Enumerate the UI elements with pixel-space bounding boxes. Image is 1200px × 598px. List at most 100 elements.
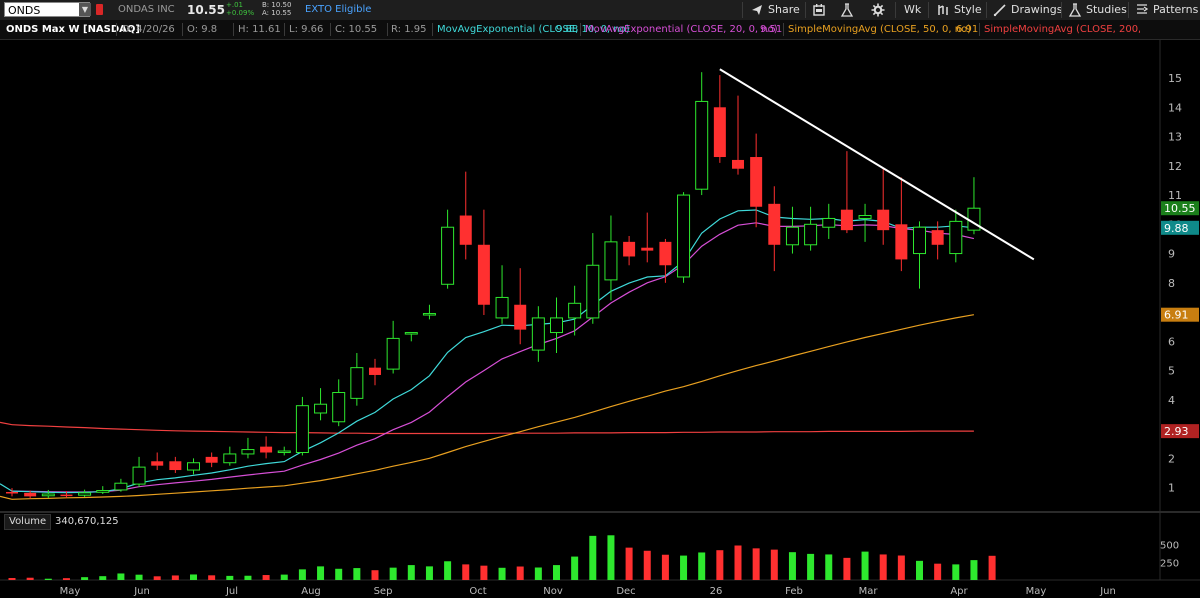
candle-body-up <box>804 223 818 246</box>
y-tick-label: 9 <box>1168 248 1175 261</box>
period-selector[interactable]: Wk <box>904 0 921 20</box>
candle-body-up <box>568 302 582 319</box>
sma50-study-value: 6.91 <box>956 24 979 35</box>
pane-divider[interactable] <box>0 511 1200 513</box>
x-tick-label: Aug <box>301 586 321 597</box>
x-tick-label: Jul <box>225 586 238 597</box>
bar-close: C: 10.55 <box>335 24 378 35</box>
sma200-study-label[interactable]: SimpleMovingAvg (CLOSE, 200, 0,... <box>984 20 1140 39</box>
bar-date: D: 4/20/26 <box>122 24 175 35</box>
volume-tick-label: 250 <box>1160 558 1179 569</box>
candle-body-up <box>114 482 128 491</box>
price-tag-label: 2.93 <box>1164 425 1189 438</box>
symbol-input[interactable]: ONDS <box>4 2 90 17</box>
x-tick-label: Nov <box>543 586 563 597</box>
x-tick-label: May <box>60 586 81 597</box>
header-separator <box>783 23 784 36</box>
volume-bar <box>26 577 34 580</box>
volume-bar <box>117 573 125 580</box>
y-tick-label: 15 <box>1168 72 1182 85</box>
patterns-button[interactable]: Patterns <box>1135 0 1198 20</box>
candle-body-up <box>386 337 400 370</box>
y-tick-label: 5 <box>1168 365 1175 378</box>
price-tag-label: 10.55 <box>1164 202 1196 215</box>
volume-bar <box>353 568 361 580</box>
symbol-dropdown-icon[interactable]: ▼ <box>79 3 91 16</box>
toolbar-separator <box>742 2 743 18</box>
style-label: Style <box>954 3 982 16</box>
volume-bar <box>534 567 542 580</box>
pencil-icon <box>993 4 1006 17</box>
x-tick-label: Oct <box>469 586 486 597</box>
volume-bar <box>99 576 107 580</box>
candle-body-up <box>96 490 110 493</box>
drawings-label: Drawings <box>1011 3 1063 16</box>
x-tick-label: Jun <box>133 586 150 597</box>
candle-body-down <box>151 461 164 466</box>
candle-body-down <box>840 209 853 231</box>
candle-body-down <box>877 209 890 231</box>
y-tick-label: 12 <box>1168 160 1182 173</box>
x-tick-label: May <box>1026 586 1047 597</box>
patterns-label: Patterns <box>1153 3 1199 16</box>
volume-bar <box>788 552 796 580</box>
bar-low: L: 9.66 <box>289 24 324 35</box>
price-chart[interactable]: 123456789101112131415250500MayJunJulAugS… <box>0 40 1200 598</box>
header-separator <box>116 23 117 36</box>
volume-bar <box>389 567 397 580</box>
volume-bar <box>462 564 470 580</box>
studies-button[interactable]: Studies <box>1068 0 1127 20</box>
candle-body-down <box>514 304 527 330</box>
volume-bar <box>425 566 433 580</box>
volume-bar <box>208 575 216 580</box>
volume-bar <box>916 560 923 580</box>
bar-range: R: 1.95 <box>391 24 427 35</box>
bar-high: H: 11.61 <box>238 24 281 35</box>
candle-body-up <box>350 367 364 399</box>
candle-body-down <box>895 224 908 260</box>
toolbar-separator <box>928 2 929 18</box>
volume-bar <box>190 574 197 580</box>
x-tick-label: 26 <box>710 586 723 597</box>
volume-bar <box>807 553 815 580</box>
ema10-study-value: 9.88 <box>556 24 579 35</box>
candle-body-up <box>277 450 291 454</box>
volume-bar <box>516 566 524 580</box>
candle-body-up <box>913 226 926 255</box>
y-tick-label: 4 <box>1168 394 1175 407</box>
header-separator <box>330 23 331 36</box>
header-separator <box>182 23 183 36</box>
volume-bar <box>952 564 960 580</box>
exto-eligible-link[interactable]: EXTO Eligible <box>305 4 371 15</box>
style-button[interactable]: Style <box>936 0 982 20</box>
drawings-button[interactable]: Drawings <box>993 0 1062 20</box>
y-tick-label: 14 <box>1168 101 1182 114</box>
volume-bar <box>643 550 651 580</box>
header-separator <box>233 23 234 36</box>
volume-bar <box>280 574 288 580</box>
header-separator <box>979 23 980 36</box>
calendar-button[interactable] <box>812 0 826 20</box>
chart-background <box>0 40 1200 598</box>
price-tag-label: 9.88 <box>1164 222 1189 235</box>
ema20-study-label[interactable]: MovAvgExponential (CLOSE, 20, 0, no) <box>585 20 778 39</box>
toolbar-separator <box>1128 2 1129 18</box>
y-tick-label: 6 <box>1168 335 1175 348</box>
settings-button[interactable] <box>871 0 885 20</box>
candle-body-down <box>732 159 744 169</box>
flask-button[interactable] <box>840 0 854 20</box>
candle-body-down <box>641 247 654 251</box>
volume-bar <box>607 535 615 580</box>
volume-bar <box>752 548 760 580</box>
volume-bar <box>825 554 833 580</box>
candle-body-up <box>967 207 981 231</box>
candle-body-up <box>677 194 691 278</box>
share-button[interactable]: Share <box>750 0 800 20</box>
volume-bar <box>498 567 506 580</box>
candle-body-up <box>531 317 545 351</box>
sma50-study-label[interactable]: SimpleMovingAvg (CLOSE, 50, 0, no) <box>788 20 971 39</box>
flask-icon <box>840 3 854 17</box>
y-tick-label: 8 <box>1168 277 1175 290</box>
volume-bar <box>734 545 742 580</box>
x-tick-label: Feb <box>785 586 803 597</box>
